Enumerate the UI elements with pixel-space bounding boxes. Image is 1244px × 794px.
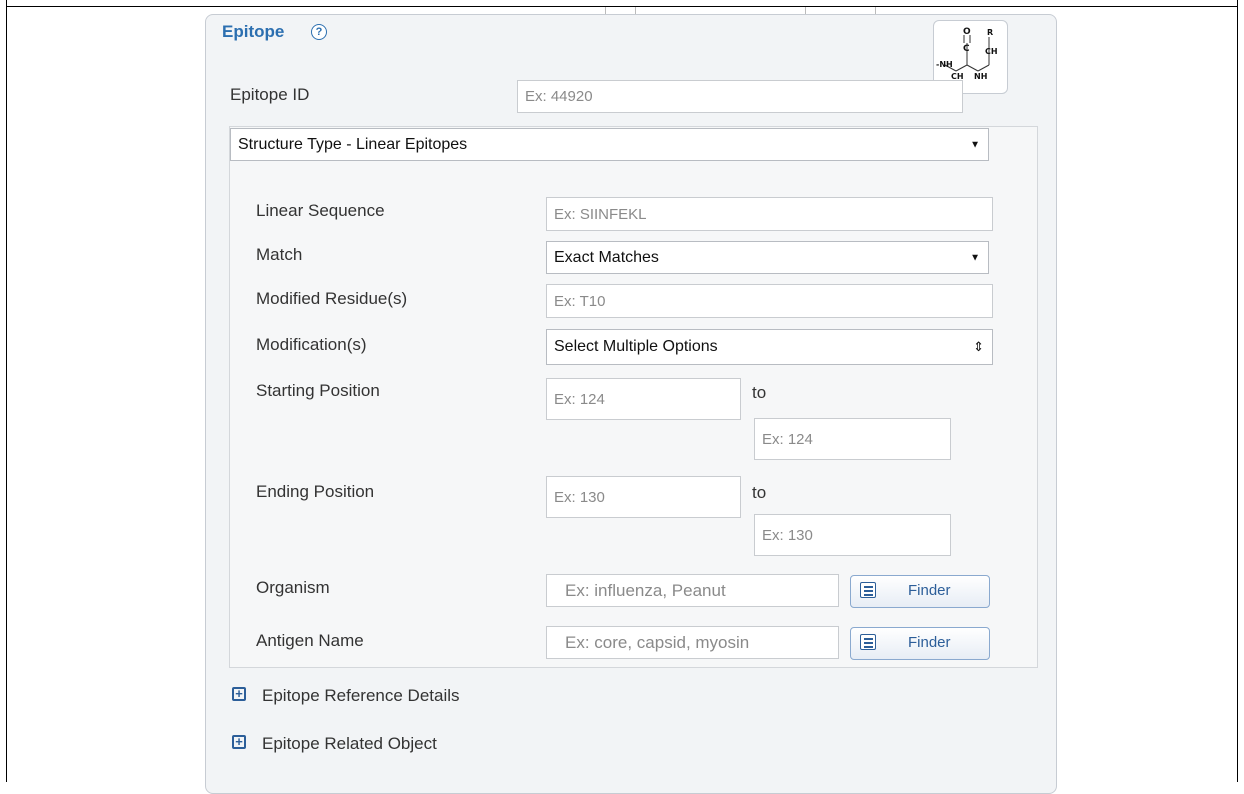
organism-finder-button[interactable]: Finder <box>850 575 990 608</box>
ending-position-from-input[interactable] <box>546 476 741 518</box>
modifications-multiselect[interactable]: Select Multiple Options ⇕ <box>546 329 993 365</box>
linear-sequence-input[interactable] <box>546 197 993 231</box>
svg-text:O: O <box>963 27 971 37</box>
starting-position-label: Starting Position <box>256 381 380 400</box>
svg-text:C: C <box>963 44 970 54</box>
svg-text:R: R <box>987 28 993 37</box>
modifications-label: Modification(s) <box>256 335 367 354</box>
modified-residues-label: Modified Residue(s) <box>256 289 408 308</box>
match-select[interactable]: Exact Matches ▼ <box>546 241 989 274</box>
antigen-finder-button[interactable]: Finder <box>850 627 990 660</box>
ending-position-to-label: to <box>752 483 767 502</box>
epitope-id-input[interactable] <box>517 80 963 113</box>
ending-position-label: Ending Position <box>256 482 375 501</box>
epitope-id-label: Epitope ID <box>230 85 310 104</box>
help-icon[interactable]: ? <box>311 24 327 40</box>
ending-position-to-input[interactable] <box>754 514 951 556</box>
svg-text:NH: NH <box>974 72 987 81</box>
match-selected: Exact Matches <box>554 249 659 266</box>
frame-right-border <box>1237 0 1238 782</box>
modified-residues-input[interactable] <box>546 284 993 318</box>
svg-text:-NH: -NH <box>936 60 953 69</box>
expand-plus-icon[interactable]: + <box>232 735 246 749</box>
organism-input[interactable] <box>546 574 839 607</box>
chevron-down-icon: ▼ <box>970 252 980 263</box>
epitope-related-object-toggle[interactable]: Epitope Related Object <box>262 734 437 754</box>
linear-sequence-label: Linear Sequence <box>256 201 385 220</box>
modifications-selected: Select Multiple Options <box>554 338 718 355</box>
expand-plus-icon[interactable]: + <box>232 687 246 701</box>
structure-type-select[interactable]: Structure Type - Linear Epitopes ▼ <box>230 128 989 161</box>
chevron-down-icon: ▼ <box>970 139 980 150</box>
sort-arrows-icon: ⇕ <box>973 339 984 354</box>
frame-left-border <box>6 0 7 782</box>
epitope-reference-details-toggle[interactable]: Epitope Reference Details <box>262 686 460 706</box>
list-icon <box>860 634 876 650</box>
antigen-finder-label: Finder <box>908 634 951 651</box>
structure-type-selected: Structure Type - Linear Epitopes <box>238 136 468 153</box>
svg-text:CH: CH <box>985 47 998 56</box>
antigen-name-label: Antigen Name <box>256 631 364 650</box>
antigen-name-input[interactable] <box>546 626 839 659</box>
match-label: Match <box>256 245 303 264</box>
organism-label: Organism <box>256 578 330 597</box>
starting-position-to-input[interactable] <box>754 418 951 460</box>
list-icon <box>860 582 876 598</box>
section-title: Epitope <box>222 22 285 41</box>
starting-position-from-input[interactable] <box>546 378 741 420</box>
starting-position-to-label: to <box>752 383 767 402</box>
organism-finder-label: Finder <box>908 582 951 599</box>
